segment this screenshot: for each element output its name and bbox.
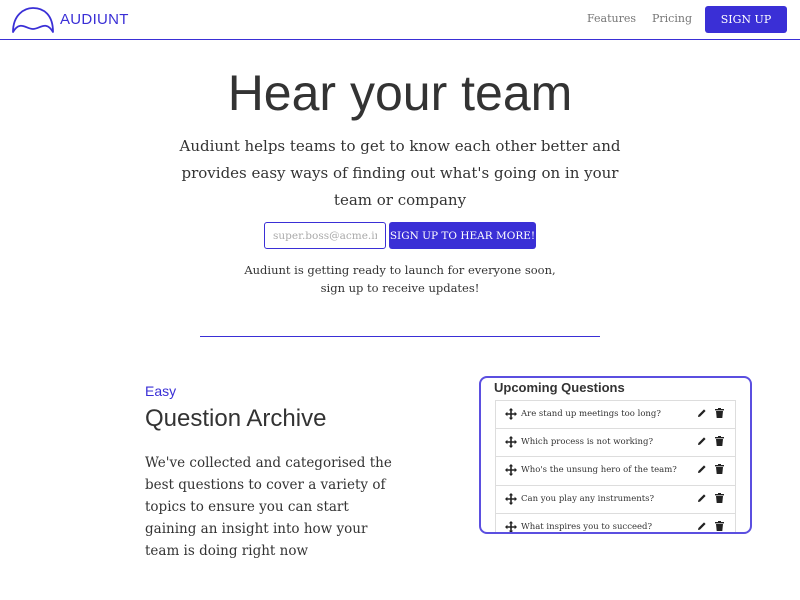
pencil-icon[interactable] bbox=[697, 464, 707, 474]
question-row[interactable]: Are stand up meetings too long? bbox=[495, 400, 736, 429]
card-title: Upcoming Questions bbox=[494, 380, 625, 395]
launch-note: Audiunt is getting ready to launch for e… bbox=[200, 261, 600, 297]
pencil-icon[interactable] bbox=[697, 521, 707, 531]
drag-move-icon[interactable] bbox=[505, 521, 517, 533]
pencil-icon[interactable] bbox=[697, 493, 707, 503]
question-text: Can you play any instruments? bbox=[521, 493, 655, 504]
feature-title: Question Archive bbox=[145, 405, 327, 432]
launch-note-line-2: sign up to receive updates! bbox=[320, 281, 480, 295]
signup-to-hear-more-button[interactable]: SIGN UP TO HEAR MORE! bbox=[389, 222, 536, 249]
section-divider bbox=[200, 336, 600, 337]
pencil-icon[interactable] bbox=[697, 436, 707, 446]
question-row[interactable]: What inspires you to succeed? bbox=[495, 514, 736, 533]
top-navbar: AUDIUNT Features Pricing SIGN UP bbox=[0, 0, 800, 40]
email-input[interactable] bbox=[264, 222, 386, 249]
nav-features-link[interactable]: Features bbox=[587, 12, 636, 25]
trash-icon[interactable] bbox=[715, 521, 724, 531]
signup-button[interactable]: SIGN UP bbox=[705, 6, 787, 33]
nav-pricing-link[interactable]: Pricing bbox=[652, 12, 692, 25]
feature-description: We've collected and categorised the best… bbox=[145, 455, 392, 559]
question-row[interactable]: Who's the unsung hero of the team? bbox=[495, 457, 736, 486]
trash-icon[interactable] bbox=[715, 492, 724, 503]
hero-title: Hear your team bbox=[227, 65, 573, 121]
brand-name[interactable]: AUDIUNT bbox=[60, 11, 129, 28]
question-text: What inspires you to succeed? bbox=[521, 522, 653, 532]
upcoming-questions-card: Upcoming Questions Are stand up meetings… bbox=[479, 376, 752, 534]
question-text: Which process is not working? bbox=[521, 436, 653, 447]
questions-list: Are stand up meetings too long? Which pr… bbox=[495, 400, 736, 533]
logo-arc-icon[interactable] bbox=[10, 5, 56, 35]
launch-note-line-1: Audiunt is getting ready to launch for e… bbox=[244, 263, 556, 277]
question-row[interactable]: Which process is not working? bbox=[495, 428, 736, 457]
question-text: Are stand up meetings too long? bbox=[521, 409, 661, 419]
trash-icon[interactable] bbox=[715, 464, 724, 474]
trash-icon[interactable] bbox=[715, 408, 724, 418]
drag-move-icon[interactable] bbox=[505, 408, 517, 420]
hero-subtitle: Audiunt helps teams to get to know each … bbox=[179, 137, 621, 209]
feature-tag: Easy bbox=[145, 383, 177, 399]
drag-move-icon[interactable] bbox=[505, 435, 517, 448]
pencil-icon[interactable] bbox=[697, 408, 707, 418]
question-row[interactable]: Can you play any instruments? bbox=[495, 485, 736, 514]
trash-icon[interactable] bbox=[715, 435, 724, 446]
question-text: Who's the unsung hero of the team? bbox=[521, 465, 677, 475]
drag-move-icon[interactable] bbox=[505, 464, 517, 476]
drag-move-icon[interactable] bbox=[505, 492, 517, 505]
